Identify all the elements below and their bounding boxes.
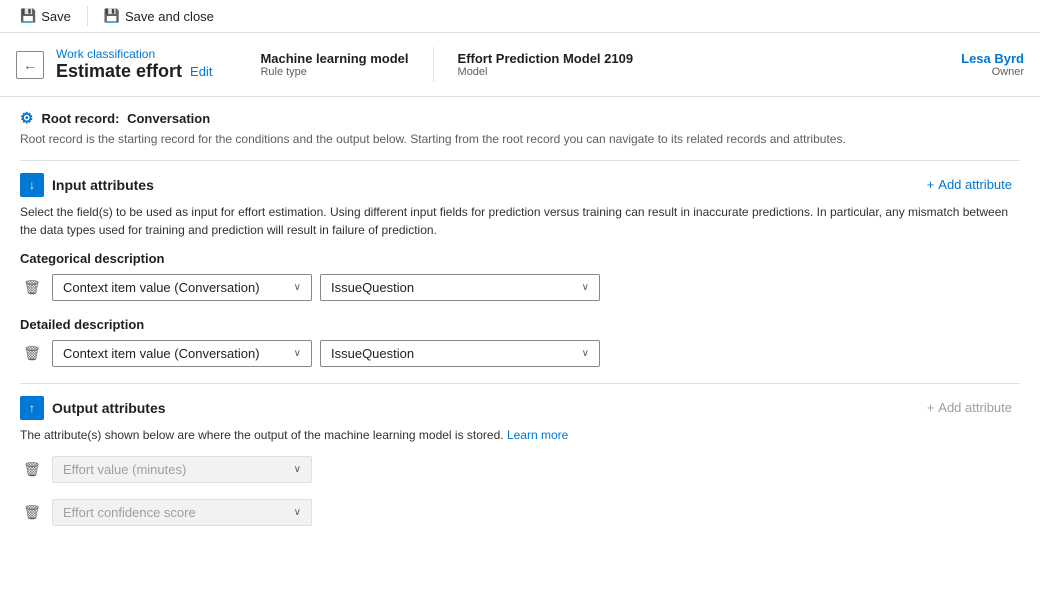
root-record-header: ⚙ Root record: Conversation	[20, 109, 1020, 127]
output-item-1-group: 🗑 Effort value (minutes) ∨	[20, 456, 1020, 483]
output-attributes-title: Output attributes	[52, 400, 166, 416]
output-attributes-header-left: ↑ Output attributes	[20, 396, 166, 420]
main-content: ⚙ Root record: Conversation Root record …	[0, 97, 1040, 592]
output-attributes-section: ↑ Output attributes + Add attribute The …	[20, 396, 1020, 526]
root-record-label: Root record: Conversation	[41, 111, 210, 126]
delete-categorical-icon: 🗑	[23, 279, 41, 296]
owner-name: Lesa Byrd	[961, 51, 1024, 66]
input-attributes-description: Select the field(s) to be used as input …	[20, 203, 1020, 239]
input-attributes-header-row: ↓ Input attributes + Add attribute	[20, 173, 1020, 197]
categorical-description-label: Categorical description	[20, 251, 1020, 266]
detailed-dropdown-2-chevron: ∨	[582, 348, 589, 359]
delete-categorical-button[interactable]: 🗑	[20, 275, 44, 299]
owner-label: Owner	[961, 66, 1024, 78]
model-label: Model	[458, 66, 634, 78]
rule-type-value: Machine learning model	[260, 51, 408, 66]
add-output-icon: +	[927, 400, 935, 415]
input-attributes-title: Input attributes	[52, 177, 154, 193]
input-attributes-section: ↓ Input attributes + Add attribute Selec…	[20, 173, 1020, 367]
breadcrumb[interactable]: Work classification	[56, 47, 212, 61]
output-item-2-chevron: ∨	[294, 507, 301, 518]
categorical-dropdown-2-value: IssueQuestion	[331, 280, 414, 295]
detailed-dropdown-1-value: Context item value (Conversation)	[63, 346, 260, 361]
back-button[interactable]: ←	[16, 51, 44, 79]
add-output-attribute-button: + Add attribute	[919, 396, 1020, 419]
save-label: Save	[41, 9, 71, 24]
delete-output-2-icon: 🗑	[23, 504, 41, 521]
model-meta: Effort Prediction Model 2109 Model	[458, 47, 658, 82]
root-record-value: Conversation	[127, 111, 210, 126]
categorical-dropdown-1-value: Context item value (Conversation)	[63, 280, 260, 295]
header-meta-group: Machine learning model Rule type Effort …	[260, 47, 681, 82]
save-button[interactable]: 💾 Save	[12, 4, 79, 28]
add-input-attribute-button[interactable]: + Add attribute	[919, 173, 1020, 196]
output-item-2-group: 🗑 Effort confidence score ∨	[20, 499, 1020, 526]
output-item-2-value: Effort confidence score	[63, 505, 196, 520]
detailed-description-row: 🗑 Context item value (Conversation) ∨ Is…	[20, 340, 1020, 367]
delete-detailed-icon: 🗑	[23, 345, 41, 362]
output-item-1-dropdown: Effort value (minutes) ∨	[52, 456, 312, 483]
detailed-description-label: Detailed description	[20, 317, 1020, 332]
back-arrow-icon: ←	[23, 57, 37, 73]
detailed-dropdown-2-value: IssueQuestion	[331, 346, 414, 361]
header-bar: ← Work classification Estimate effort Ed…	[0, 33, 1040, 97]
root-record-description: Root record is the starting record for t…	[20, 131, 1020, 148]
rule-type-label: Rule type	[260, 66, 408, 78]
model-value: Effort Prediction Model 2109	[458, 51, 634, 66]
delete-output-1-button[interactable]: 🗑	[20, 457, 44, 481]
output-attributes-description: The attribute(s) shown below are where t…	[20, 426, 1020, 444]
delete-detailed-button[interactable]: 🗑	[20, 341, 44, 365]
toolbar: 💾 Save 💾 Save and close	[0, 0, 1040, 33]
categorical-description-group: Categorical description 🗑 Context item v…	[20, 251, 1020, 301]
delete-output-2-button[interactable]: 🗑	[20, 500, 44, 524]
edit-link[interactable]: Edit	[190, 64, 212, 79]
output-item-2-row: 🗑 Effort confidence score ∨	[20, 499, 1020, 526]
categorical-dropdown-2-chevron: ∨	[582, 282, 589, 293]
output-attributes-icon: ↑	[20, 396, 44, 420]
output-item-2-dropdown: Effort confidence score ∨	[52, 499, 312, 526]
save-icon: 💾	[20, 8, 36, 24]
output-up-icon: ↑	[29, 401, 35, 415]
header-title-group: Work classification Estimate effort Edit	[56, 47, 212, 82]
page-title: Estimate effort Edit	[56, 61, 212, 82]
output-attributes-header-row: ↑ Output attributes + Add attribute	[20, 396, 1020, 420]
output-item-1-value: Effort value (minutes)	[63, 462, 186, 477]
categorical-dropdown-2[interactable]: IssueQuestion ∨	[320, 274, 600, 301]
detailed-dropdown-2[interactable]: IssueQuestion ∨	[320, 340, 600, 367]
header-owner: Lesa Byrd Owner	[961, 51, 1024, 78]
input-attributes-header-left: ↓ Input attributes	[20, 173, 154, 197]
learn-more-link[interactable]: Learn more	[507, 428, 568, 442]
output-item-1-chevron: ∨	[294, 464, 301, 475]
categorical-dropdown-1-chevron: ∨	[294, 282, 301, 293]
input-attributes-icon: ↓	[20, 173, 44, 197]
toolbar-divider	[87, 6, 88, 26]
add-icon: +	[927, 177, 935, 192]
rule-type-meta: Machine learning model Rule type	[260, 47, 433, 82]
add-output-attribute-label: Add attribute	[938, 400, 1012, 415]
detailed-dropdown-1-chevron: ∨	[294, 348, 301, 359]
section-divider-1	[20, 160, 1020, 161]
categorical-description-row: 🗑 Context item value (Conversation) ∨ Is…	[20, 274, 1020, 301]
detailed-description-group: Detailed description 🗑 Context item valu…	[20, 317, 1020, 367]
save-close-icon: 💾	[104, 8, 120, 24]
input-down-icon: ↓	[29, 178, 35, 192]
output-item-1-row: 🗑 Effort value (minutes) ∨	[20, 456, 1020, 483]
categorical-dropdown-1[interactable]: Context item value (Conversation) ∨	[52, 274, 312, 301]
save-close-label: Save and close	[125, 9, 214, 24]
delete-output-1-icon: 🗑	[23, 461, 41, 478]
root-record-section: ⚙ Root record: Conversation Root record …	[20, 109, 1020, 148]
add-input-attribute-label: Add attribute	[938, 177, 1012, 192]
section-divider-2	[20, 383, 1020, 384]
save-close-button[interactable]: 💾 Save and close	[96, 4, 222, 28]
root-record-icon: ⚙	[20, 109, 33, 127]
detailed-dropdown-1[interactable]: Context item value (Conversation) ∨	[52, 340, 312, 367]
